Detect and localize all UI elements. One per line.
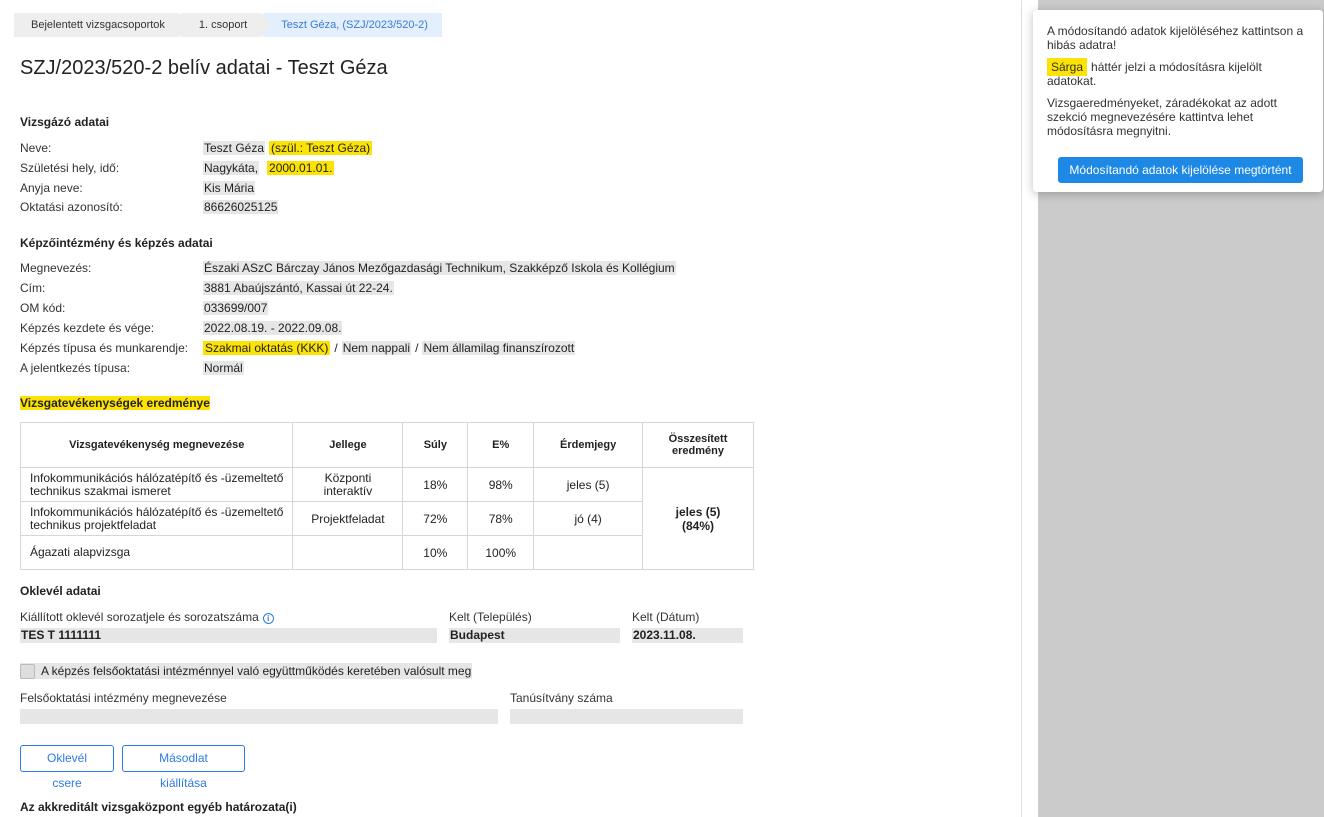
birth-place-value[interactable]: Nagykáta, [203,161,260,175]
type-separator: / [415,341,419,355]
table-header-row: Vizsgatevékenység megnevezése Jellege Sú… [19,422,754,468]
popup-sections-text: Vizsgaeredményeket, záradékokat az adott… [1047,96,1277,138]
cell-percent: 78% [467,501,535,536]
type2-value[interactable]: Nem nappali [341,341,412,355]
cell-activity-type [292,535,404,570]
cell-weight: 18% [402,467,469,502]
om-value[interactable]: 033699/007 [203,301,269,315]
higher-ed-label: Felsőoktatási intézmény megnevezése [20,691,227,705]
cell-percent: 98% [467,467,535,502]
place-field[interactable]: Budapest [449,628,620,643]
cell-activity-type: Projektfeladat [292,501,404,536]
row-inst-name: Megnevezés: Északi ASzC Bárczay János Me… [20,260,676,276]
cell-grade [533,535,644,570]
higher-ed-checkbox-label: A képzés felsőoktatási intézménnyel való… [41,664,472,678]
serial-label: Kiállított oklevél sorozatjele és soroza… [20,610,274,624]
cell-grade: jeles (5) [533,467,644,502]
serial-field[interactable]: TES T 1111111 [20,628,437,643]
replace-diploma-button[interactable]: Oklevél csere [20,745,114,790]
birth-label: Születési hely, idő: [20,161,120,175]
section-results-title[interactable]: Vizsgatevékenységek eredménye [20,396,210,410]
cell-grade: jó (4) [533,501,644,536]
higher-ed-checkbox[interactable] [20,663,35,679]
cell-activity-name: Infokommunikációs hálózatépítő és -üzeme… [19,501,294,536]
instruction-popup: A módosítandó adatok kijelöléséhez katti… [1033,10,1323,192]
table-row: Infokommunikációs hálózatépítő és -üzeme… [19,467,754,570]
section-diploma-title[interactable]: Oklevél adatai [20,584,101,598]
address-value[interactable]: 3881 Abaújszántó, Kassai út 22-24. [203,281,394,295]
type-separator: / [334,341,338,355]
higher-ed-field[interactable] [20,709,498,724]
place-label: Kelt (Település) [449,610,532,624]
summary-grade: jeles (5) [675,504,721,519]
col-header-percent: E% [467,422,535,468]
cell-summary: jeles (5) (84%) [642,467,754,570]
breadcrumb-item-current: Teszt Géza, (SZJ/2023/520-2) [263,13,442,37]
inst-name-label: Megnevezés: [20,261,92,275]
type3-value[interactable]: Nem államilag finanszírozott [422,341,576,355]
date-field[interactable]: 2023.11.08. [632,628,743,643]
name-value[interactable]: Teszt Géza [203,141,266,155]
inst-name-value[interactable]: Északi ASzC Bárczay János Mezőgazdasági … [203,261,676,275]
period-value[interactable]: 2022.08.19. - 2022.09.08. [203,321,343,335]
date-label: Kelt (Dátum) [632,610,700,624]
name-label: Neve: [20,141,52,155]
row-address: Cím: 3881 Abaújszántó, Kassai út 22-24. [20,280,394,296]
section-institution-title[interactable]: Képzőintézmény és képzés adatai [20,236,213,250]
cell-activity-type: Központi interaktív [292,467,404,502]
mother-label: Anyja neve: [20,181,83,195]
col-header-type: Jellege [292,422,404,468]
selection-done-button[interactable]: Módosítandó adatok kijelölése megtörtént [1058,157,1303,183]
mother-value[interactable]: Kis Mária [203,181,256,195]
breadcrumb-item-groups[interactable]: Bejelentett vizsgacsoportok [14,13,189,37]
section-exam-taker-title[interactable]: Vizsgázó adatai [20,115,109,129]
popup-instruction-text: A módosítandó adatok kijelöléséhez katti… [1047,24,1304,52]
row-mother: Anyja neve: Kis Mária [20,180,256,196]
birth-date-value[interactable]: 2000.01.01. [267,161,335,175]
cell-activity-name: Ágazati alapvizsga [19,535,294,570]
edu-id-value[interactable]: 86626025125 [203,200,279,214]
period-label: Képzés kezdete és vége: [20,321,155,335]
col-header-name: Vizsgatevékenység megnevezése [19,422,294,468]
breadcrumb-item-group[interactable]: 1. csoport [180,13,272,37]
row-birth: Születési hely, idő: Nagykáta, 2000.01.0… [20,160,335,176]
cert-label: Tanúsítvány száma [510,691,613,705]
col-header-grade: Érdemjegy [533,422,644,468]
address-label: Cím: [20,281,46,295]
cell-percent: 100% [467,535,535,570]
higher-ed-checkbox-row[interactable]: A képzés felsőoktatási intézménnyel való… [20,663,473,679]
row-type: Képzés típusa és munkarendje: Szakmai ok… [20,340,576,356]
duplicate-button[interactable]: Másodlat kiállítása [122,745,245,790]
row-application: A jelentkezés típusa: Normál [20,360,244,376]
edu-id-label: Oktatási azonosító: [20,200,123,214]
results-table: Vizsgatevékenység megnevezése Jellege Sú… [19,422,754,570]
row-edu-id: Oktatási azonosító: 86626025125 [20,199,279,215]
om-label: OM kód: [20,301,66,315]
row-name: Neve: Teszt Géza (szül.: Teszt Géza) [20,140,373,156]
cert-field[interactable] [510,709,743,724]
application-label: A jelentkezés típusa: [20,361,131,375]
breadcrumb: Bejelentett vizsgacsoportok 1. csoport T… [14,13,444,37]
section-other-decisions-title[interactable]: Az akkreditált vizsgaközpont egyéb határ… [20,800,297,814]
row-period: Képzés kezdete és vége: 2022.08.19. - 20… [20,320,343,336]
cell-activity-name: Infokommunikációs hálózatépítő és -üzeme… [19,467,294,502]
serial-label-text: Kiállított oklevél sorozatjele és soroza… [20,610,259,624]
popup-legend: Sárga háttér jelzi a módosításra kijelölt… [1047,58,1309,88]
info-icon[interactable]: i [262,613,274,624]
main-content: Bejelentett vizsgacsoportok 1. csoport T… [0,0,1022,817]
cell-weight: 72% [402,501,469,536]
type1-value[interactable]: Szakmai oktatás (KKK) [203,341,331,355]
summary-percent: (84%) [682,518,715,533]
col-header-summary: Összesített eredmény [642,422,754,468]
row-om: OM kód: 033699/007 [20,300,269,316]
type-label: Képzés típusa és munkarendje: [20,341,189,355]
cell-weight: 10% [402,535,469,570]
application-value[interactable]: Normál [203,361,244,375]
birth-name-value[interactable]: (szül.: Teszt Géza) [269,141,373,155]
page-title: SZJ/2023/520-2 belív adatai - Teszt Géza [20,57,388,79]
col-header-weight: Súly [402,422,469,468]
